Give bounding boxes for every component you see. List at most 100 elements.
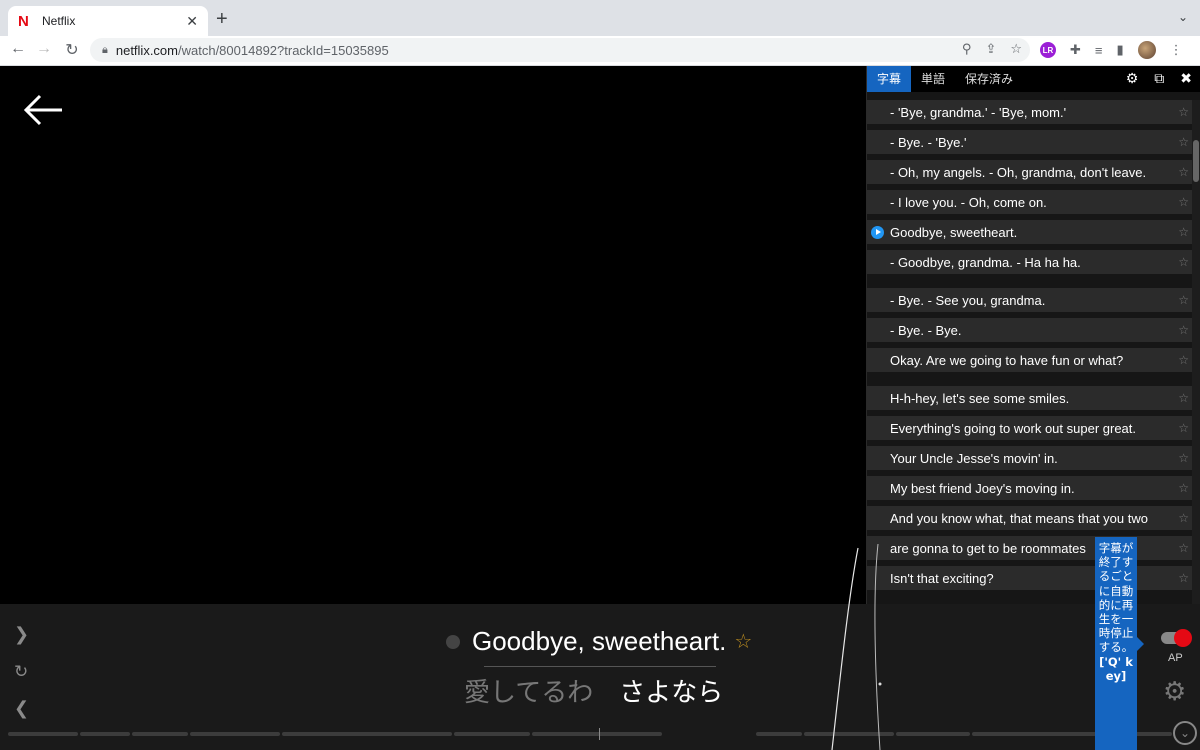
tab-title: Netflix: [42, 14, 76, 28]
subtitle-row[interactable]: - Bye. - See you, grandma. ☆: [867, 288, 1193, 312]
save-star-icon[interactable]: ☆: [1178, 293, 1189, 307]
subtitle-text[interactable]: Everything's going to work out super gre…: [890, 421, 1136, 436]
subtitle-text[interactable]: Isn't that exciting?: [890, 571, 994, 586]
subtitle-text[interactable]: H-h-hey, let's see some smiles.: [890, 391, 1069, 406]
zoom-search-icon[interactable]: ⚲: [962, 41, 972, 57]
subtitle-row[interactable]: - Goodbye, grandma. - Ha ha ha. ☆: [867, 250, 1193, 274]
subtitle-text[interactable]: Okay. Are we going to have fun or what?: [890, 353, 1123, 368]
subtitle-row[interactable]: Okay. Are we going to have fun or what? ☆: [867, 348, 1193, 372]
auto-pause-toggle[interactable]: [1161, 629, 1192, 647]
share-icon[interactable]: ⇪: [985, 41, 996, 57]
tab-words[interactable]: 単語: [911, 66, 955, 92]
tab-saved[interactable]: 保存済み: [955, 66, 1023, 92]
subtitle-text[interactable]: - Bye. - 'Bye.': [890, 135, 966, 150]
replay-icon[interactable]: ↻: [14, 662, 28, 682]
subtitle-row[interactable]: - I love you. - Oh, come on. ☆: [867, 190, 1193, 214]
popout-icon[interactable]: ⧉: [1154, 70, 1164, 87]
subtitle-text[interactable]: - Bye. - Bye.: [890, 323, 962, 338]
auto-pause-tooltip: 字幕が終了するごとに自動的に再生を一時停止する。 ['Q' key]: [1095, 537, 1144, 750]
translation-subtitle: 愛してるわ さよなら: [464, 672, 723, 709]
subtitle-text[interactable]: And you know what, that means that you t…: [890, 511, 1148, 526]
bookmark-star-icon[interactable]: ☆: [1010, 41, 1022, 57]
subtitle-text[interactable]: Goodbye, sweetheart.: [890, 225, 1017, 240]
new-tab-button[interactable]: +: [216, 8, 228, 31]
subtitle-row[interactable]: And you know what, that means that you t…: [867, 506, 1193, 530]
extensions-puzzle-icon[interactable]: ✚: [1070, 42, 1081, 58]
reading-list-icon[interactable]: ≡: [1095, 43, 1103, 58]
save-star-icon[interactable]: ☆: [1178, 421, 1189, 435]
save-star-icon[interactable]: ☆: [1178, 451, 1189, 465]
subtitle-row[interactable]: - Bye. - 'Bye.' ☆: [867, 130, 1193, 154]
skip-back-icon[interactable]: ❮: [14, 698, 29, 719]
tab-search-chevron-icon[interactable]: ⌄: [1178, 10, 1188, 24]
tooltip-key: ['Q' key]: [1099, 654, 1133, 683]
subtitle-row[interactable]: Goodbye, sweetheart. ☆: [867, 220, 1193, 244]
subtitle-row[interactable]: - Bye. - Bye. ☆: [867, 318, 1193, 342]
subtitle-row[interactable]: - Oh, my angels. - Oh, grandma, don't le…: [867, 160, 1193, 184]
skip-forward-icon[interactable]: ❯: [14, 624, 29, 645]
subtitle-row[interactable]: H-h-hey, let's see some smiles. ☆: [867, 386, 1193, 410]
subtitle-row[interactable]: Your Uncle Jesse's movin' in. ☆: [867, 446, 1193, 470]
chevron-down-icon[interactable]: ⌄: [1173, 721, 1197, 745]
subtitle-text[interactable]: - Oh, my angels. - Oh, grandma, don't le…: [890, 165, 1146, 180]
url-path: /watch/80014892?trackId=15035895: [178, 42, 389, 58]
save-star-icon[interactable]: ☆: [1178, 195, 1189, 209]
browser-menu-icon[interactable]: ⋮: [1170, 42, 1183, 58]
tab-subtitles[interactable]: 字幕: [867, 66, 912, 92]
save-star-icon[interactable]: ☆: [1178, 541, 1189, 555]
close-icon[interactable]: ✖: [1180, 70, 1192, 87]
subtitle-text[interactable]: - Bye. - See you, grandma.: [890, 293, 1045, 308]
language-reactor-extension-icon[interactable]: LR: [1040, 42, 1056, 58]
translation-word[interactable]: 愛してるわ: [464, 678, 593, 708]
settings-gear-icon[interactable]: ⚙: [1126, 70, 1139, 87]
stray-drawn-lines: [831, 543, 882, 750]
subtitle-panel: 字幕 単語 保存済み ⚙ ⧉ ✖ - 'Bye, grandma.' - 'By…: [866, 66, 1200, 604]
subtitle-row[interactable]: - 'Bye, grandma.' - 'Bye, mom.' ☆: [867, 100, 1193, 124]
subtitle-row[interactable]: are gonna to get to be roommates ☆: [867, 536, 1193, 560]
tab-close-icon[interactable]: ✕: [186, 13, 198, 30]
subtitle-row[interactable]: My best friend Joey's moving in. ☆: [867, 476, 1193, 500]
save-star-icon[interactable]: ☆: [1178, 511, 1189, 525]
save-star-icon[interactable]: ☆: [1178, 135, 1189, 149]
subtitle-text[interactable]: My best friend Joey's moving in.: [890, 481, 1075, 496]
save-star-icon[interactable]: ☆: [1178, 255, 1189, 269]
reload-button[interactable]: ↻: [62, 40, 82, 60]
url-host: netflix.com: [115, 42, 178, 58]
save-star-icon[interactable]: ☆: [1178, 225, 1189, 239]
scrollbar-thumb[interactable]: [1193, 140, 1199, 182]
back-arrow-icon[interactable]: [22, 90, 66, 130]
address-bar[interactable]: 🔒︎ netflix.com/watch/80014892?trackId=15…: [90, 38, 1030, 62]
current-subtitle-line: Goodbye, sweetheart. ☆: [446, 626, 752, 657]
forward-button[interactable]: →: [34, 40, 54, 58]
profile-avatar[interactable]: [1137, 41, 1156, 59]
save-star-icon[interactable]: ☆: [1178, 165, 1189, 179]
subtitle-text[interactable]: - 'Bye, grandma.' - 'Bye, mom.': [890, 105, 1066, 120]
subtitle-text[interactable]: Your Uncle Jesse's movin' in.: [890, 451, 1058, 466]
subtitle-row[interactable]: Everything's going to work out super gre…: [867, 416, 1193, 440]
back-button[interactable]: ←: [8, 40, 28, 58]
save-star-icon[interactable]: ☆: [1178, 323, 1189, 337]
subtitle-text[interactable]: - Goodbye, grandma. - Ha ha ha.: [890, 255, 1081, 270]
save-subtitle-star-icon[interactable]: ☆: [734, 629, 752, 654]
side-panel-icon[interactable]: ▮: [1117, 42, 1124, 58]
subtitle-play-icon[interactable]: [446, 634, 460, 649]
save-star-icon[interactable]: ☆: [1178, 571, 1189, 585]
subtitle-text[interactable]: - I love you. - Oh, come on.: [890, 195, 1047, 210]
save-star-icon[interactable]: ☆: [1178, 105, 1189, 119]
subtitle-text[interactable]: are gonna to get to be roommates: [890, 541, 1086, 556]
panel-header: 字幕 単語 保存済み ⚙ ⧉ ✖: [867, 66, 1200, 92]
save-star-icon[interactable]: ☆: [1178, 481, 1189, 495]
progress-cursor: [599, 728, 600, 740]
panel-scrollbar[interactable]: [1192, 100, 1200, 604]
browser-tab-netflix[interactable]: N Netflix ✕: [8, 6, 208, 36]
now-playing-icon[interactable]: [871, 225, 884, 239]
player-settings-gear-icon[interactable]: ⚙: [1163, 676, 1186, 707]
translation-word[interactable]: さよなら: [619, 678, 723, 708]
subtitle-row[interactable]: Isn't that exciting? ☆: [867, 566, 1193, 590]
progress-bar[interactable]: [8, 732, 1198, 738]
save-star-icon[interactable]: ☆: [1178, 391, 1189, 405]
save-star-icon[interactable]: ☆: [1178, 353, 1189, 367]
current-subtitle[interactable]: Goodbye, sweetheart.: [472, 626, 726, 657]
subtitle-divider: [484, 666, 716, 667]
video-area[interactable]: [0, 66, 866, 604]
